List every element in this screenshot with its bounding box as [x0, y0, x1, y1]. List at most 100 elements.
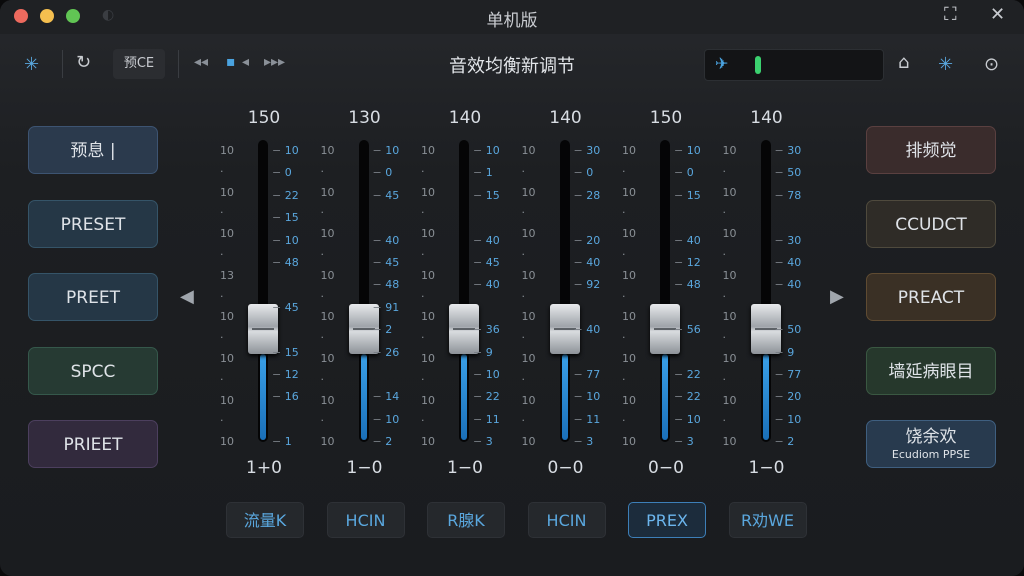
right-preset-button[interactable]: 饶余欢 Ecudiom PPSE — [866, 420, 996, 468]
scale-left-label: 10 — [421, 227, 435, 241]
channel-tag-button[interactable]: R腺K — [427, 502, 505, 538]
scale-right-value: 10 — [787, 412, 802, 426]
scale-right-label: − 10 — [272, 234, 299, 247]
fullscreen-icon[interactable]: ⛶ — [944, 4, 957, 25]
scale-left-label: · — [421, 289, 425, 303]
scale-right-value: 40 — [586, 323, 601, 337]
channel-top-value: 130 — [348, 108, 381, 128]
scale-left-label: · — [622, 372, 626, 386]
left-preset-button[interactable]: 预息 | — [28, 126, 158, 174]
scale-right-value: 16 — [284, 390, 299, 404]
scale-left-label: 10 — [622, 435, 636, 449]
scale-right-value: 77 — [787, 368, 802, 381]
channel-bottom-value: 1−0 — [748, 458, 785, 478]
scale-right-value: 28 — [586, 188, 601, 202]
tick-dash: − — [372, 166, 386, 180]
scale-left-label: 10 — [521, 144, 536, 157]
scale-right-value: 11 — [586, 412, 601, 426]
tick-dash: − — [774, 278, 788, 292]
eq-channel: 150 10 · 10 · 10 · 10 · 10 · 10 · 10 · 10− 10− 0− 15− 4… — [616, 100, 716, 500]
toolbar-divider — [62, 50, 63, 78]
channel-tag-button[interactable]: R劝WE — [728, 502, 807, 538]
channel-tag-button[interactable]: HCIN — [527, 502, 606, 538]
scale-right-label: − 9 — [473, 346, 493, 359]
scale-left-label: · — [320, 248, 325, 261]
right-preset-button[interactable]: PREACT — [866, 273, 996, 321]
snowflake-icon[interactable]: ✳ — [938, 54, 953, 75]
scale-right-value: 92 — [586, 278, 601, 292]
stop-button[interactable]: ▪ — [226, 54, 236, 70]
title-bar: ◐ 单机版 ⛶ ✕ — [0, 0, 1024, 34]
scale-right-label: − 40 — [775, 278, 802, 291]
scale-left-label: 10 — [421, 352, 435, 365]
left-preset-button[interactable]: PRESET — [28, 200, 158, 248]
scale-right-label: − 28 — [574, 189, 601, 202]
prev-page-arrow-icon[interactable]: ◀ — [180, 286, 194, 307]
left-preset-button[interactable]: PREET — [28, 273, 158, 321]
step-back-button[interactable]: ◂ — [242, 54, 249, 70]
fader-level-fill — [662, 354, 668, 440]
scale-left-label: 10 — [320, 435, 335, 449]
rewind-button[interactable]: ◂◂ — [194, 54, 208, 70]
scale-left-label: 10 — [421, 268, 435, 282]
left-preset-button[interactable]: PRIEET — [28, 420, 158, 468]
scale-right-value: 40 — [787, 256, 802, 269]
scale-right-label: − 14 — [373, 390, 400, 403]
tick-dash: − — [372, 323, 386, 337]
scale-right-label: − 40 — [473, 278, 500, 291]
tick-dash: − — [774, 435, 788, 449]
eq-channel: 140 10 · 10 · 10 · 10 · 10 · 10 · 10 · 10− 30− 0− 28− 2… — [516, 100, 616, 500]
channel-tag-button[interactable]: HCIN — [326, 502, 405, 538]
tick-dash: − — [774, 144, 788, 157]
scale-right-label: − 9 — [775, 346, 795, 359]
close-icon[interactable]: ✕ — [990, 4, 1005, 25]
scale-right-label: − 20 — [574, 234, 601, 247]
right-preset-button[interactable]: 排频觉 — [866, 126, 996, 174]
home-icon[interactable]: ⌂ — [898, 52, 909, 73]
scale-right-value: 0 — [586, 166, 594, 180]
channel-tag-button[interactable]: PREX — [628, 502, 706, 538]
scale-left-label: 10 — [320, 393, 335, 407]
scale-right-label: − 10 — [473, 144, 500, 157]
scale-right-label: − 40 — [373, 234, 400, 247]
scale-right-value: 40 — [385, 233, 400, 247]
channel-tag-button[interactable]: 流量K — [226, 502, 304, 538]
right-preset-button[interactable]: 墙延病眼目 — [866, 347, 996, 395]
scale-left-label: · — [220, 372, 224, 386]
eq-channel: 150 10 · 10 · 10 · 13 · 10 · 10 · 10 · 10− 10− 0− 22− 1… — [214, 100, 314, 500]
tick-dash: − — [674, 278, 687, 292]
tick-dash: − — [473, 188, 486, 202]
scale-right-label: − 1 — [473, 166, 493, 179]
tick-dash: − — [473, 368, 486, 381]
left-preset-button[interactable]: SPCC — [28, 347, 158, 395]
scale-left-label: 10 — [722, 352, 737, 365]
tick-dash: − — [774, 390, 788, 404]
scale-right-label: − 36 — [473, 323, 500, 336]
scale-left-label: 10 — [220, 185, 234, 199]
scale-right-value: 1 — [485, 166, 493, 180]
scale-right-value: 10 — [485, 368, 500, 381]
tick-dash: − — [573, 435, 587, 449]
fast-forward-button[interactable]: ▸▸▸ — [264, 54, 285, 70]
scale-left-label: · — [320, 164, 325, 178]
channel-top-value: 140 — [549, 108, 582, 128]
scale-right-label: − 40 — [674, 234, 701, 247]
next-page-arrow-icon[interactable]: ▶ — [830, 286, 844, 307]
settings-icon[interactable]: ⊙ — [984, 54, 999, 75]
sync-icon[interactable]: ↻ — [76, 52, 91, 73]
scale-right-label: − 0 — [574, 166, 594, 179]
scale-right-label: − 78 — [775, 189, 802, 202]
right-preset-button[interactable]: CCUDCT — [866, 200, 996, 248]
scale-right-label: − 45 — [272, 301, 299, 314]
scale-right-value: 20 — [586, 233, 601, 247]
scale-right-value: 15 — [284, 345, 299, 359]
scale-right-label: − 15 — [674, 189, 701, 202]
scale-left-label: 10 — [320, 352, 335, 365]
scale-right-label: − 0 — [674, 166, 694, 179]
preset-chip[interactable]: 预CE — [113, 49, 165, 79]
channel-bottom-value: 1+0 — [246, 458, 282, 478]
scale-left-label: 10 — [622, 393, 636, 407]
scale-right-value: 26 — [385, 345, 400, 359]
snowflake-icon[interactable]: ✳ — [24, 54, 39, 75]
scale-right-label: − 11 — [473, 413, 500, 426]
